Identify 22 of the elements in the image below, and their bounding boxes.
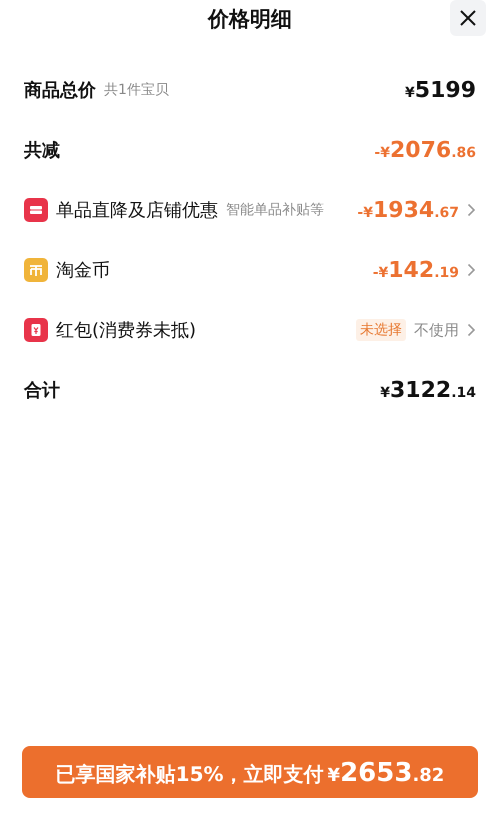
pay-button[interactable]: 已享国家补贴15%，立即支付 ¥2653.82 <box>22 746 478 798</box>
chevron-right-icon[interactable] <box>467 263 476 277</box>
row-note: 智能单品补贴等 <box>226 201 324 219</box>
price-amount: -¥142.19 <box>372 258 459 282</box>
action-text[interactable]: 不使用 <box>414 320 459 340</box>
close-icon[interactable] <box>459 9 477 27</box>
chevron-right-icon[interactable] <box>467 203 476 217</box>
row-note: 共1件宝贝 <box>104 81 169 99</box>
row-label: 共减 <box>24 139 60 162</box>
price-amount: ¥3122.14 <box>380 378 476 402</box>
price-amount: -¥1934.67 <box>357 198 459 222</box>
sheet-title: 价格明细 <box>208 6 292 33</box>
row-label: 红包(消费券未抵) <box>56 319 196 342</box>
price-amount: ¥5199 <box>405 78 476 102</box>
status-tag: 未选择 <box>356 319 406 341</box>
row-label: 淘金币 <box>56 259 110 282</box>
row-label: 合计 <box>24 379 60 402</box>
price-amount: -¥2076.86 <box>374 138 476 162</box>
close-button[interactable] <box>450 0 486 36</box>
chevron-right-icon[interactable] <box>467 323 476 337</box>
row-label: 商品总价 <box>24 79 96 102</box>
row-label: 单品直降及店铺优惠 <box>56 199 218 222</box>
